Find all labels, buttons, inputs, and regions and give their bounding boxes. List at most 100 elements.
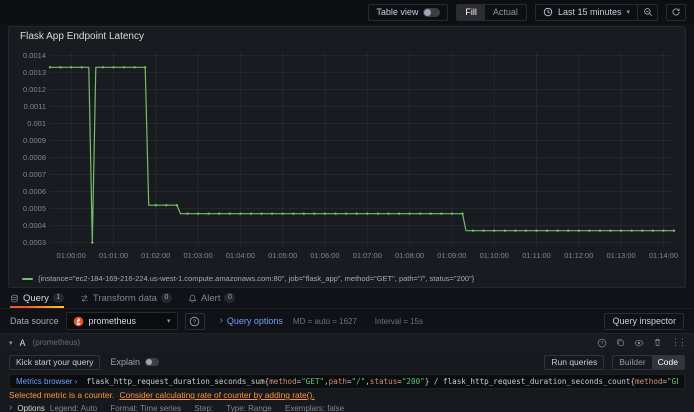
query-options-toggle[interactable]: Query options xyxy=(227,316,283,326)
datasource-label: Data source xyxy=(10,316,59,326)
svg-text:0.0012: 0.0012 xyxy=(23,85,46,94)
fill-button[interactable]: Fill xyxy=(457,4,485,20)
angle-right-icon: › xyxy=(219,315,223,326)
datasource-row: Data source prometheus ▾ ? › Query optio… xyxy=(0,309,694,333)
refresh-button[interactable] xyxy=(666,3,686,21)
chevron-down-icon: ▾ xyxy=(9,339,13,347)
dashboard-toolbar: Table view Fill Actual Last 15 minutes ▾ xyxy=(0,0,694,24)
tab-transform-label: Transform data xyxy=(92,292,157,304)
explain-toggle-group: Explain xyxy=(110,357,160,367)
svg-text:?: ? xyxy=(601,340,604,346)
tab-transform-data[interactable]: Transform data 0 xyxy=(80,288,172,308)
help-circle-icon: ? xyxy=(189,316,200,326)
trash-icon xyxy=(654,339,661,346)
chevron-down-icon: ▾ xyxy=(167,318,171,325)
tab-query-label: Query xyxy=(23,292,49,304)
options-toggle[interactable]: Options xyxy=(17,404,45,412)
clock-icon xyxy=(543,7,553,17)
svg-text:01:03:00: 01:03:00 xyxy=(183,251,212,260)
svg-text:0.0003: 0.0003 xyxy=(23,238,46,247)
svg-text:0.0014: 0.0014 xyxy=(23,51,46,60)
legend-series-swatch xyxy=(22,277,33,280)
time-range-label: Last 15 minutes xyxy=(557,7,622,17)
datasource-help-button[interactable]: ? xyxy=(184,312,205,330)
datasource-picker[interactable]: prometheus ▾ xyxy=(65,312,178,330)
svg-text:01:05:00: 01:05:00 xyxy=(268,251,297,260)
panel-editor-tabs: Query 1 Transform data 0 Alert 0 xyxy=(0,288,694,309)
run-queries-button[interactable]: Run queries xyxy=(544,354,605,370)
query-ref-id[interactable]: A xyxy=(20,338,26,348)
promql-expression-input[interactable]: flask_http_request_duration_seconds_sum{… xyxy=(86,377,678,386)
query-row-actions: ? ⋮⋮ xyxy=(597,337,687,348)
remove-query-button[interactable] xyxy=(653,338,662,347)
svg-text:0.0013: 0.0013 xyxy=(23,68,46,77)
kick-start-query-button[interactable]: Kick start your query xyxy=(9,354,101,370)
bell-icon xyxy=(188,294,197,303)
query-row-header[interactable]: ▾ A (prometheus) ? ⋮⋮ xyxy=(0,334,694,351)
explain-switch[interactable] xyxy=(145,358,160,366)
svg-text:0.0005: 0.0005 xyxy=(23,204,46,213)
warning-hint-link[interactable]: Consider calculating rate of counter by … xyxy=(120,390,315,400)
query-inspector-button[interactable]: Query inspector xyxy=(604,312,684,330)
svg-text:?: ? xyxy=(193,319,197,325)
zoom-out-button[interactable] xyxy=(638,3,658,21)
tab-alert[interactable]: Alert 0 xyxy=(188,288,236,308)
drag-handle-icon[interactable]: ⋮⋮ xyxy=(671,337,687,348)
svg-text:0.001: 0.001 xyxy=(27,119,46,128)
query-help-button[interactable]: ? xyxy=(597,338,607,348)
transform-icon xyxy=(80,294,89,303)
datasource-value: prometheus xyxy=(88,316,137,326)
svg-text:01:01:00: 01:01:00 xyxy=(99,251,128,260)
svg-text:0.0008: 0.0008 xyxy=(23,153,46,162)
prometheus-icon xyxy=(73,316,83,326)
svg-text:01:07:00: 01:07:00 xyxy=(353,251,382,260)
eye-icon xyxy=(634,339,644,346)
time-controls: Last 15 minutes ▾ xyxy=(534,3,658,21)
table-view-toggle-group[interactable]: Table view xyxy=(368,3,449,21)
metrics-browser-button[interactable]: Metrics browser › xyxy=(16,377,77,386)
refresh-icon xyxy=(672,8,680,16)
angle-right-icon: › xyxy=(9,402,13,412)
svg-text:0.0009: 0.0009 xyxy=(23,136,46,145)
chart-legend: {instance="ec2-184-169-216-224.us-west-1… xyxy=(14,272,680,285)
tab-alert-label: Alert xyxy=(200,292,221,304)
switch-knob xyxy=(424,8,432,16)
builder-mode-button[interactable]: Builder xyxy=(613,356,651,369)
svg-text:0.0006: 0.0006 xyxy=(23,187,46,196)
svg-text:01:08:00: 01:08:00 xyxy=(395,251,424,260)
timeseries-chart[interactable]: 01:00:00 01:01:00 01:02:00 01:03:00 01:04:00… xyxy=(14,44,682,272)
zoom-out-icon xyxy=(643,8,652,17)
tab-transform-count: 0 xyxy=(160,293,172,303)
switch-knob xyxy=(146,359,153,365)
svg-text:01:06:00: 01:06:00 xyxy=(310,251,339,260)
tab-query[interactable]: Query 1 xyxy=(10,288,64,308)
copy-icon xyxy=(617,339,624,346)
svg-text:01:09:00: 01:09:00 xyxy=(437,251,466,260)
help-circle-icon: ? xyxy=(597,338,607,347)
database-icon xyxy=(10,294,19,303)
warning-text: Selected metric is a counter. xyxy=(9,390,115,400)
duplicate-query-button[interactable] xyxy=(616,338,625,347)
options-summary: Legend: Auto Format: Time series Step: T… xyxy=(49,403,345,412)
query-datasource-hint: (prometheus) xyxy=(32,338,81,347)
table-view-switch[interactable] xyxy=(423,7,441,17)
tab-alert-count: 0 xyxy=(224,293,236,303)
svg-text:01:04:00: 01:04:00 xyxy=(226,251,255,260)
legend-series-label[interactable]: {instance="ec2-184-169-216-224.us-west-1… xyxy=(38,274,474,283)
actual-button[interactable]: Actual xyxy=(485,5,526,20)
query-options-summary: MD = auto = 1627 Interval = 15s xyxy=(292,316,423,326)
time-range-picker[interactable]: Last 15 minutes ▾ xyxy=(534,3,638,21)
svg-text:01:12:00: 01:12:00 xyxy=(564,251,593,260)
panel-title[interactable]: Flask App Endpoint Latency xyxy=(14,31,680,44)
svg-text:01:10:00: 01:10:00 xyxy=(480,251,509,260)
svg-text:0.0004: 0.0004 xyxy=(23,221,46,230)
svg-text:01:11:00: 01:11:00 xyxy=(522,251,551,260)
svg-text:0.0011: 0.0011 xyxy=(24,102,46,111)
promql-editor: Metrics browser › flask_http_request_dur… xyxy=(9,374,685,389)
fit-mode-segment: Fill Actual xyxy=(456,3,527,21)
svg-text:0.0007: 0.0007 xyxy=(23,170,46,179)
code-mode-button[interactable]: Code xyxy=(651,355,684,369)
query-editor-row: ▾ A (prometheus) ? ⋮⋮ Kick start your qu… xyxy=(0,333,694,412)
disable-query-button[interactable] xyxy=(634,338,644,348)
counter-warning: Selected metric is a counter. Consider c… xyxy=(0,390,694,401)
